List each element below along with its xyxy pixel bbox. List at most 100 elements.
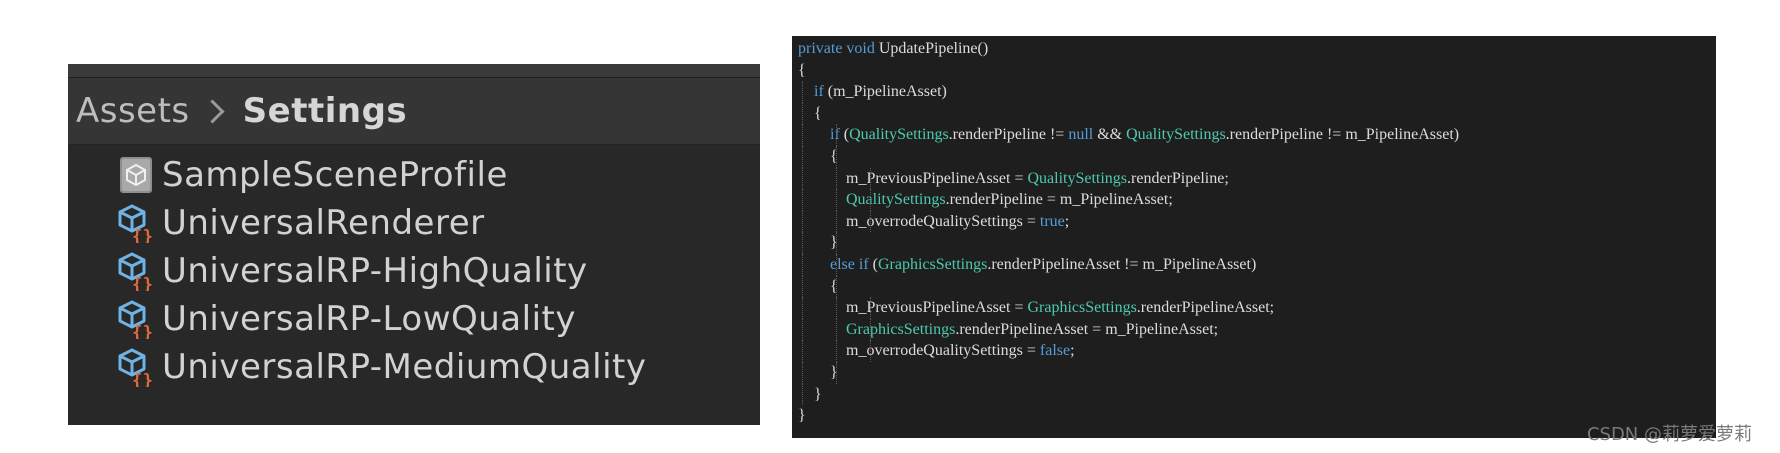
- code-type: QualitySettings: [849, 126, 949, 144]
- code-line: {: [798, 145, 1716, 168]
- code-line: QualitySettings.renderPipeline = m_Pipel…: [798, 189, 1716, 211]
- indent-guide: [836, 275, 837, 298]
- indent-guide: [802, 167, 803, 190]
- chevron-right-icon: [200, 98, 225, 124]
- code-text: .renderPipeline;: [1127, 169, 1229, 187]
- indent-guide: [870, 318, 871, 341]
- code-keyword: if: [814, 83, 824, 101]
- code-keyword: null: [1068, 126, 1094, 144]
- code-text: }: [798, 234, 838, 252]
- code-line: m_PreviousPipelineAsset = QualitySetting…: [798, 167, 1716, 190]
- watermark: CSDN @莉萝爱萝莉: [1586, 424, 1752, 445]
- indent-guide: [802, 361, 803, 384]
- code-type: GraphicsSettings: [846, 320, 956, 338]
- code-text: .renderPipelineAsset;: [1136, 299, 1275, 317]
- asset-label: UniversalRP-LowQuality: [162, 299, 576, 339]
- code-keyword: false: [1039, 342, 1071, 360]
- indent-guide: [836, 340, 837, 362]
- code-line: if (m_PipelineAsset): [798, 81, 1716, 103]
- code-type: QualitySettings: [1027, 169, 1128, 187]
- code-text: .renderPipeline != m_PipelineAsset): [1225, 126, 1460, 144]
- indent-guide: [802, 297, 803, 319]
- code-text: .renderPipelineAsset != m_PipelineAsset): [987, 255, 1257, 273]
- code-line: }: [798, 232, 1716, 254]
- indent-guide: [870, 189, 871, 211]
- code-editor: private void UpdatePipeline() { if (m_Pip…: [792, 36, 1716, 438]
- code-text: }: [798, 363, 838, 381]
- indent-guide: [802, 102, 803, 125]
- code-type: QualitySettings: [846, 191, 946, 209]
- code-text: UpdatePipeline(): [874, 40, 989, 57]
- indent-guide: [836, 232, 837, 254]
- code-keyword: private: [798, 40, 843, 57]
- panel-toolbar-strip: [68, 64, 760, 78]
- code-lines: private void UpdatePipeline() { if (m_Pip…: [792, 36, 1716, 427]
- indent-guide: [836, 318, 837, 341]
- code-text: m_overrodeQualitySettings =: [798, 342, 1040, 360]
- asset-item[interactable]: {} UniversalRP-HighQuality: [68, 247, 760, 295]
- code-line: if (QualitySettings.renderPipeline != nu…: [798, 124, 1716, 146]
- code-text: m_overrodeQualitySettings =: [798, 212, 1040, 230]
- indent-guide: [836, 145, 837, 168]
- breadcrumb-assets[interactable]: Assets: [76, 91, 190, 131]
- indent-guide: [870, 210, 871, 233]
- indent-guide: [802, 81, 803, 103]
- asset-item[interactable]: SampleSceneProfile: [68, 151, 760, 199]
- code-keyword: else: [830, 255, 855, 273]
- indent-guide: [802, 210, 803, 233]
- code-keyword: true: [1039, 212, 1065, 230]
- asset-label: UniversalRenderer: [162, 203, 485, 243]
- code-text: ;: [1064, 212, 1070, 230]
- indent-guide: [802, 318, 803, 341]
- indent-guide: [870, 167, 871, 190]
- indent-guide: [802, 383, 803, 406]
- code-text: {: [798, 147, 838, 165]
- indent-guide: [836, 189, 837, 211]
- code-type: GraphicsSettings: [877, 255, 988, 273]
- code-text: {: [798, 277, 838, 295]
- project-browser-panel: Assets Settings SampleSceneProfile {} Univ…: [68, 64, 760, 425]
- indent-guide: [836, 297, 837, 319]
- breadcrumb: Assets Settings: [68, 78, 760, 145]
- breadcrumb-settings[interactable]: Settings: [243, 91, 408, 131]
- code-line: m_PreviousPipelineAsset = GraphicsSettin…: [798, 297, 1716, 319]
- code-text: m_PreviousPipelineAsset =: [798, 169, 1028, 187]
- code-text: .renderPipelineAsset = m_PipelineAsset;: [955, 320, 1219, 338]
- scriptable-object-icon: {}: [116, 299, 156, 339]
- code-line: else if (GraphicsSettings.renderPipeline…: [798, 253, 1716, 276]
- volume-profile-icon: [116, 155, 156, 195]
- code-type: QualitySettings: [1126, 126, 1226, 144]
- code-keyword: if: [830, 126, 840, 144]
- indent-guide: [802, 340, 803, 362]
- svg-text:{}: {}: [132, 275, 153, 291]
- code-type: GraphicsSettings: [1027, 299, 1137, 317]
- code-line: GraphicsSettings.renderPipelineAsset = m…: [798, 318, 1716, 341]
- indent-guide: [870, 297, 871, 319]
- svg-text:{}: {}: [132, 323, 153, 339]
- asset-item[interactable]: {} UniversalRenderer: [68, 199, 760, 247]
- code-text: (m_PipelineAsset): [823, 83, 947, 101]
- indent-guide: [870, 340, 871, 362]
- asset-item[interactable]: {} UniversalRP-MediumQuality: [68, 343, 760, 391]
- svg-text:{}: {}: [132, 227, 153, 243]
- code-line: m_overrodeQualitySettings = false;: [798, 340, 1716, 362]
- code-line: m_overrodeQualitySettings = true;: [798, 210, 1716, 233]
- indent-guide: [836, 210, 837, 233]
- indent-guide: [836, 167, 837, 190]
- code-line: {: [798, 60, 1716, 82]
- scriptable-object-icon: {}: [116, 203, 156, 243]
- code-line: {: [798, 102, 1716, 125]
- code-text: ;: [1070, 342, 1075, 360]
- indent-guide: [836, 124, 837, 146]
- scriptable-object-icon: {}: [116, 251, 156, 291]
- asset-label: SampleSceneProfile: [162, 155, 508, 195]
- code-line: {: [798, 275, 1716, 298]
- code-line: }: [798, 383, 1716, 406]
- asset-item[interactable]: {} UniversalRP-LowQuality: [68, 295, 760, 343]
- code-line: }: [798, 405, 1716, 427]
- indent-guide: [802, 232, 803, 254]
- code-keyword: void: [846, 40, 875, 57]
- code-text: (: [868, 255, 878, 273]
